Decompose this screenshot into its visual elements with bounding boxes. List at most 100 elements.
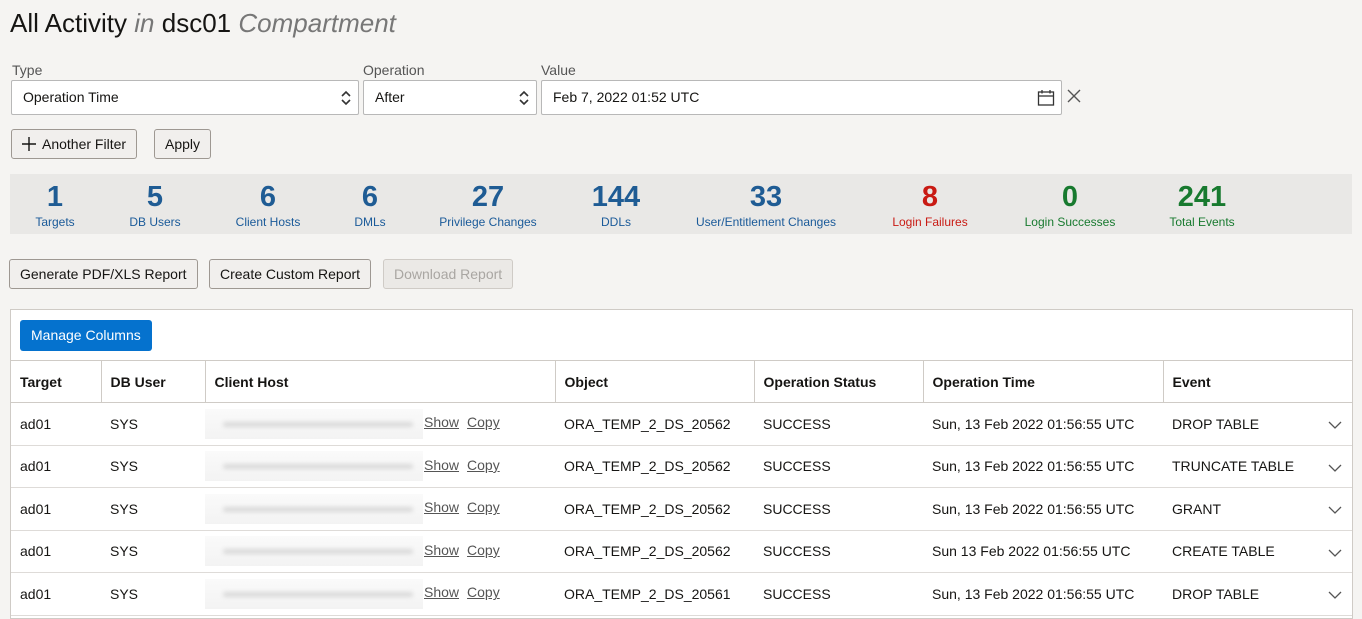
stat-value: 6 — [259, 181, 277, 213]
stat-label: DMLs — [354, 215, 386, 229]
event-text: DROP TABLE — [1172, 585, 1260, 602]
close-icon[interactable] — [1066, 88, 1082, 104]
stat-client-hosts[interactable]: 6 Client Hosts — [228, 174, 308, 229]
table-row[interactable]: ad01 SYS Show Copy ORA_TEMP_2_DS_20562 SUCCES… — [11, 487, 1352, 531]
another-filter-label: Another Filter — [42, 136, 127, 152]
title-main: All Activity — [10, 8, 128, 38]
cell-operation-time: Sun 13 Feb 2022 01:56:55 UTC — [923, 530, 1163, 573]
compartment-name[interactable]: dsc01 — [162, 8, 231, 38]
chevron-down-icon[interactable] — [1328, 590, 1342, 600]
event-text: CREATE TABLE — [1172, 543, 1275, 560]
show-link[interactable]: Show — [424, 584, 459, 600]
apply-button[interactable]: Apply — [154, 129, 212, 159]
summary-stats-bar: 1 Targets 5 DB Users 6 Client Hosts 6 DM… — [10, 174, 1352, 234]
title-in: in — [134, 8, 155, 38]
cell-db-user: SYS — [101, 487, 205, 531]
column-header-object[interactable]: Object — [555, 360, 755, 403]
column-header-db-user[interactable]: DB User — [101, 360, 206, 403]
stat-label: Login Successes — [1024, 215, 1116, 229]
show-link[interactable]: Show — [424, 414, 459, 430]
table-header-row: Target DB User Client Host Object Operat… — [11, 360, 1352, 403]
cell-event: CREATE TABLE — [1163, 530, 1352, 573]
stat-value: 0 — [1061, 181, 1079, 213]
copy-link[interactable]: Copy — [467, 542, 500, 558]
stat-value: 5 — [146, 181, 164, 213]
table-row[interactable]: ad01 SYS Show Copy ORA_TEMP_2_DS_20561 SUCCES… — [11, 572, 1352, 616]
stat-dmls[interactable]: 6 DMLs — [346, 174, 394, 229]
cell-client-host: Show Copy — [205, 530, 555, 573]
generate-report-button[interactable]: Generate PDF/XLS Report — [9, 259, 198, 289]
operation-select-value: After — [375, 89, 405, 105]
activity-table: Target DB User Client Host Object Operat… — [11, 360, 1352, 616]
updown-chevron-icon — [519, 90, 529, 106]
stat-value: 6 — [361, 181, 379, 213]
column-header-client-host[interactable]: Client Host — [205, 360, 556, 403]
copy-link[interactable]: Copy — [467, 499, 500, 515]
stat-value: 8 — [921, 181, 939, 213]
cell-event: GRANT — [1163, 487, 1352, 531]
stat-login-failures[interactable]: 8 Login Failures — [882, 174, 978, 229]
compartment-suffix: Compartment — [238, 8, 396, 38]
cell-object: ORA_TEMP_2_DS_20562 — [555, 402, 754, 446]
stat-label: DB Users — [129, 215, 181, 229]
manage-columns-button[interactable]: Manage Columns — [20, 320, 152, 351]
stat-targets[interactable]: 1 Targets — [24, 174, 86, 229]
updown-chevron-icon — [341, 90, 351, 106]
column-header-event[interactable]: Event — [1163, 360, 1352, 403]
cell-client-host: Show Copy — [205, 402, 555, 446]
table-row[interactable]: ad01 SYS Show Copy ORA_TEMP_2_DS_20562 SUCCES… — [11, 402, 1352, 446]
event-text: TRUNCATE TABLE — [1172, 458, 1295, 475]
value-date-text: Feb 7, 2022 01:52 UTC — [553, 89, 700, 105]
value-date-input[interactable]: Feb 7, 2022 01:52 UTC — [541, 80, 1062, 115]
table-row[interactable]: ad01 SYS Show Copy ORA_TEMP_2_DS_20562 SUCCES… — [11, 445, 1352, 488]
cell-operation-time: Sun, 13 Feb 2022 01:56:55 UTC — [923, 402, 1163, 446]
table-row[interactable]: ad01 SYS Show Copy ORA_TEMP_2_DS_20562 SUCCES… — [11, 530, 1352, 573]
redacted-client-host — [205, 536, 423, 567]
cell-client-host: Show Copy — [205, 487, 555, 531]
column-header-operation-time[interactable]: Operation Time — [923, 360, 1164, 403]
operation-select[interactable]: After — [363, 80, 537, 115]
show-link[interactable]: Show — [424, 457, 459, 473]
calendar-icon[interactable] — [1037, 89, 1055, 107]
event-text: GRANT — [1172, 500, 1221, 517]
cell-db-user: SYS — [101, 402, 205, 446]
show-link[interactable]: Show — [424, 542, 459, 558]
stat-label: User/Entitlement Changes — [695, 215, 837, 229]
stat-value: 1 — [46, 181, 64, 213]
stat-label: Login Failures — [892, 215, 968, 229]
cell-client-host: Show Copy — [205, 445, 555, 488]
stat-value: 33 — [749, 181, 783, 213]
copy-link[interactable]: Copy — [467, 414, 500, 430]
operation-label: Operation — [363, 62, 425, 78]
chevron-down-icon[interactable] — [1328, 463, 1342, 473]
cell-db-user: SYS — [101, 445, 205, 488]
cell-operation-time: Sun, 13 Feb 2022 01:56:55 UTC — [923, 445, 1163, 488]
stat-ddls[interactable]: 144 DDLs — [580, 174, 652, 229]
cell-operation-status: SUCCESS — [754, 572, 923, 616]
stat-user-entitlement-changes[interactable]: 33 User/Entitlement Changes — [686, 174, 846, 229]
cell-client-host: Show Copy — [205, 572, 555, 616]
type-select[interactable]: Operation Time — [11, 80, 359, 115]
stat-db-users[interactable]: 5 DB Users — [122, 174, 188, 229]
type-label: Type — [12, 62, 43, 78]
chevron-down-icon[interactable] — [1328, 548, 1342, 558]
create-custom-report-button[interactable]: Create Custom Report — [209, 259, 372, 289]
cell-target: ad01 — [11, 402, 101, 446]
cell-event: DROP TABLE — [1163, 402, 1352, 446]
stat-privilege-changes[interactable]: 27 Privilege Changes — [430, 174, 546, 229]
show-link[interactable]: Show — [424, 499, 459, 515]
stat-total-events[interactable]: 241 Total Events — [1162, 174, 1242, 229]
chevron-down-icon[interactable] — [1328, 505, 1342, 515]
stat-login-successes[interactable]: 0 Login Successes — [1014, 174, 1126, 229]
cell-operation-time: Sun, 13 Feb 2022 01:56:55 UTC — [923, 487, 1163, 531]
copy-link[interactable]: Copy — [467, 584, 500, 600]
another-filter-button[interactable]: Another Filter — [11, 129, 138, 159]
column-header-operation-status[interactable]: Operation Status — [754, 360, 924, 403]
stat-value: 144 — [591, 181, 641, 213]
stat-value: 27 — [471, 181, 505, 213]
page-title: All Activity in dsc01 Compartment — [10, 6, 396, 40]
cell-event: DROP TABLE — [1163, 572, 1352, 616]
chevron-down-icon[interactable] — [1328, 420, 1342, 430]
column-header-target[interactable]: Target — [11, 360, 102, 403]
copy-link[interactable]: Copy — [467, 457, 500, 473]
